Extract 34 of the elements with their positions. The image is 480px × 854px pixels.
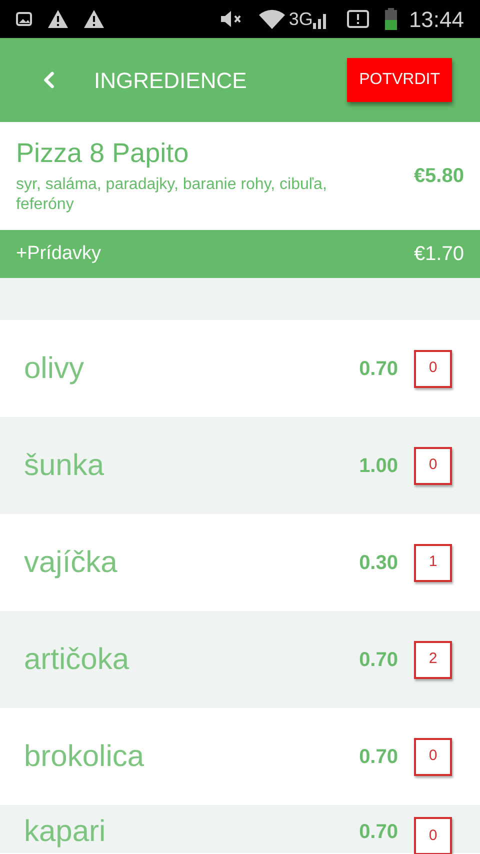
ingredient-name: artičoka bbox=[24, 644, 130, 674]
clock: 13:44 bbox=[408, 6, 464, 34]
product-name: Pizza 8 Papito bbox=[16, 137, 190, 170]
quantity-button[interactable]: 1 bbox=[414, 544, 452, 582]
ingredient-price: 0.70 bbox=[359, 820, 398, 845]
ingredient-price: 0.70 bbox=[359, 356, 398, 382]
extras-total: €1.70 bbox=[414, 242, 464, 267]
product-price: €5.80 bbox=[414, 164, 464, 189]
sim-alert-icon bbox=[346, 9, 369, 29]
ingredient-price: 0.70 bbox=[359, 744, 398, 770]
warning-icon bbox=[48, 10, 68, 28]
quantity-button[interactable]: 2 bbox=[414, 640, 452, 678]
extras-label: +Prídavky bbox=[16, 242, 102, 266]
ingredient-name: šunka bbox=[24, 450, 106, 480]
warning-icon bbox=[84, 10, 104, 28]
quantity-button[interactable]: 0 bbox=[414, 446, 452, 484]
quantity-button[interactable]: 0 bbox=[414, 350, 452, 388]
mute-icon bbox=[220, 9, 243, 29]
quantity-button[interactable]: 0 bbox=[414, 817, 452, 854]
wifi-icon bbox=[258, 9, 285, 29]
ingredient-name: brokolica bbox=[24, 742, 146, 772]
ingredient-name: olivy bbox=[24, 354, 86, 384]
network-label: 3G bbox=[288, 8, 313, 30]
product-ingredients: syr, saláma, paradajky, baranie rohy, cibuľa, feferóny bbox=[16, 174, 328, 215]
ingredient-name: kapari bbox=[24, 817, 107, 847]
image-icon bbox=[16, 12, 32, 26]
battery-icon bbox=[384, 8, 397, 30]
ingredient-price: 0.70 bbox=[359, 648, 398, 672]
screen-title: INGREDIENCE bbox=[94, 66, 248, 94]
ingredient-price: 1.00 bbox=[359, 454, 398, 478]
ingredient-price: 0.30 bbox=[359, 550, 398, 576]
quantity-button[interactable]: 0 bbox=[414, 738, 452, 776]
confirm-button[interactable]: POTVRDIT bbox=[347, 58, 452, 102]
ingredient-name: vajíčka bbox=[24, 548, 118, 578]
